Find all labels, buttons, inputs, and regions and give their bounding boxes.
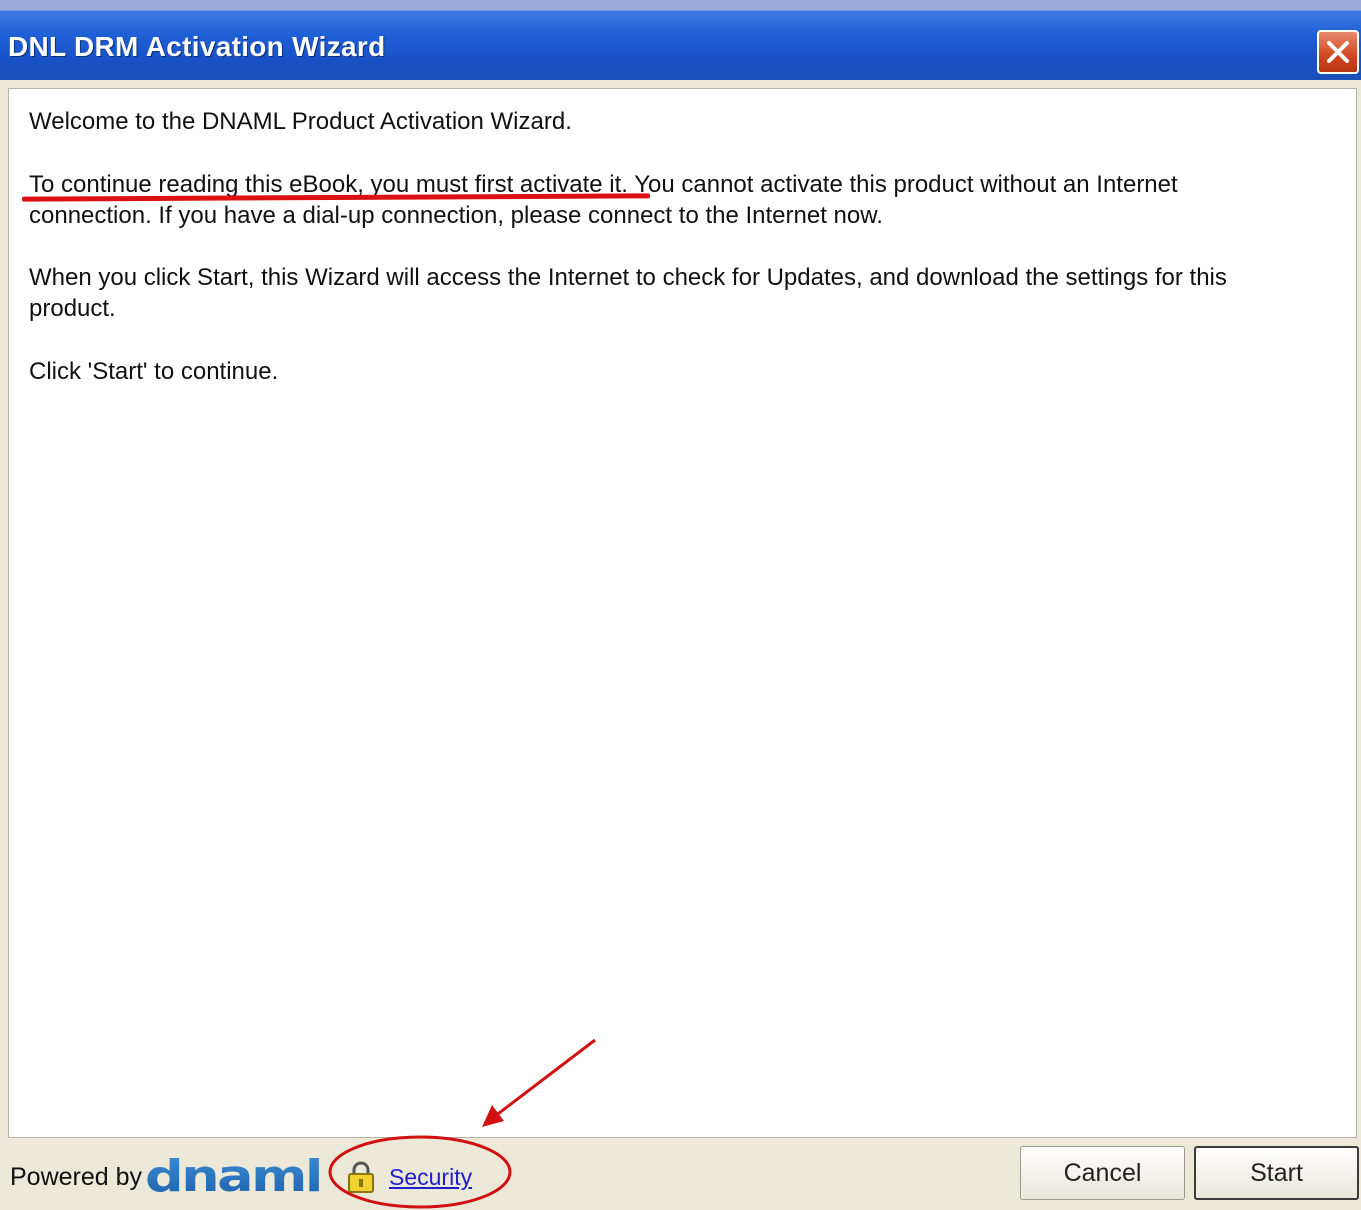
welcome-text: Welcome to the DNAML Product Activation … bbox=[29, 108, 572, 135]
window-title: DNL DRM Activation Wizard bbox=[8, 31, 386, 62]
powered-by-label: Powered by bbox=[10, 1163, 143, 1191]
start-instruction: Click 'Start' to continue. bbox=[29, 358, 279, 385]
update-info: When you click Start, this Wizard will a… bbox=[29, 264, 1227, 322]
red-arrow bbox=[482, 1038, 596, 1127]
top-edge bbox=[0, 0, 1361, 10]
cancel-button[interactable]: Cancel bbox=[1020, 1146, 1185, 1200]
content-panel: Welcome to the DNAML Product Activation … bbox=[8, 88, 1357, 1138]
close-button[interactable] bbox=[1317, 30, 1359, 74]
start-button[interactable]: Start bbox=[1194, 1146, 1359, 1200]
dnaml-logo: dnaml bbox=[145, 1155, 323, 1197]
svg-text:dnaml: dnaml bbox=[145, 1155, 321, 1197]
title-bar[interactable]: DNL DRM Activation Wizard bbox=[0, 10, 1361, 80]
red-ellipse bbox=[328, 1135, 512, 1209]
close-icon bbox=[1327, 41, 1349, 63]
